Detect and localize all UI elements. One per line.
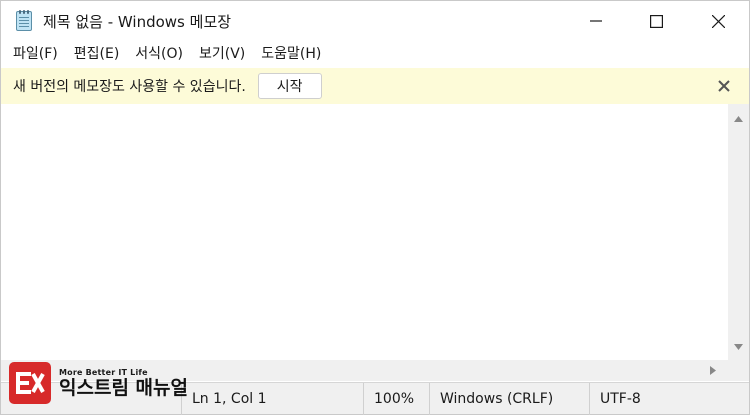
menu-view[interactable]: 보기(V) bbox=[191, 41, 253, 68]
close-button[interactable] bbox=[693, 1, 743, 41]
watermark: More Better IT Life 익스트림 매뉴얼 bbox=[9, 358, 188, 408]
minimize-icon bbox=[590, 20, 602, 22]
scroll-arrows bbox=[734, 116, 743, 350]
scroll-right-arrow-icon bbox=[710, 366, 716, 375]
scroll-up-arrow-icon bbox=[734, 116, 743, 122]
update-infobar: 새 버전의 메모장도 사용할 수 있습니다. 시작 bbox=[1, 68, 749, 104]
status-cursor-position: Ln 1, Col 1 bbox=[181, 383, 267, 415]
close-icon bbox=[718, 80, 730, 92]
scroll-corner bbox=[728, 360, 749, 381]
status-encoding: UTF-8 bbox=[589, 383, 641, 415]
menu-help[interactable]: 도움말(H) bbox=[253, 41, 329, 68]
window-title: 제목 없음 - Windows 메모장 bbox=[43, 12, 232, 31]
watermark-tagline: More Better IT Life bbox=[59, 367, 148, 377]
infobar-close-button[interactable] bbox=[715, 77, 733, 95]
notepad-icon bbox=[13, 10, 35, 32]
minimize-button[interactable] bbox=[571, 1, 621, 41]
maximize-button[interactable] bbox=[631, 1, 681, 41]
start-button[interactable]: 시작 bbox=[257, 73, 322, 99]
title-bar[interactable]: 제목 없음 - Windows 메모장 bbox=[1, 1, 749, 41]
text-editor[interactable] bbox=[1, 104, 728, 360]
menu-file[interactable]: 파일(F) bbox=[5, 41, 66, 68]
menu-bar: 파일(F) 편집(E) 서식(O) 보기(V) 도움말(H) bbox=[1, 41, 749, 68]
status-line-ending: Windows (CRLF) bbox=[429, 383, 553, 415]
menu-format[interactable]: 서식(O) bbox=[127, 41, 191, 68]
watermark-logo-icon bbox=[9, 362, 51, 404]
notepad-window: 제목 없음 - Windows 메모장 파일(F) 편집(E) 서식(O) 보기… bbox=[0, 0, 750, 415]
vertical-scrollbar[interactable] bbox=[728, 104, 749, 360]
watermark-name: 익스트림 매뉴얼 bbox=[59, 376, 188, 399]
close-icon bbox=[711, 14, 725, 28]
infobar-message: 새 버전의 메모장도 사용할 수 있습니다. bbox=[13, 79, 246, 95]
status-zoom: 100% bbox=[363, 383, 414, 415]
maximize-icon bbox=[649, 14, 663, 28]
scroll-down-arrow-icon bbox=[734, 344, 743, 350]
menu-edit[interactable]: 편집(E) bbox=[66, 41, 128, 68]
